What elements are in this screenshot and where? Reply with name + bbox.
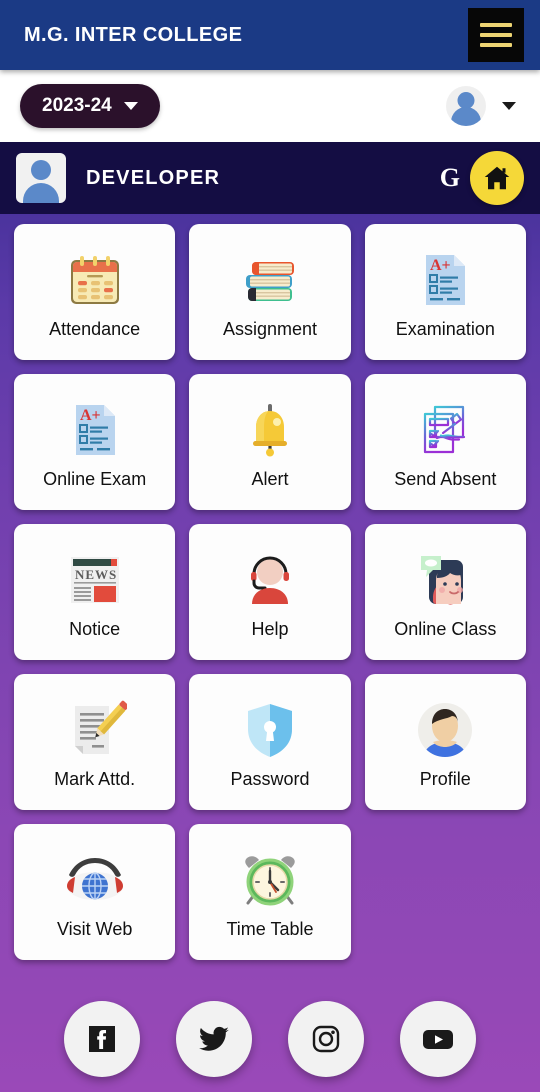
tile-attendance[interactable]: Attendance <box>14 224 176 360</box>
svg-text:NEWS: NEWS <box>75 567 117 582</box>
user-avatar-icon[interactable] <box>16 153 66 203</box>
user-banner: DEVELOPER G <box>0 142 540 214</box>
tile-label: Notice <box>69 619 121 639</box>
tile-label: Visit Web <box>56 919 133 939</box>
svg-text:A+: A+ <box>430 257 451 274</box>
tile-label: Time Table <box>226 919 314 939</box>
instagram-icon <box>312 1025 340 1053</box>
exam-paper-a-plus-icon: A+ <box>407 242 483 318</box>
bell-icon <box>232 392 308 468</box>
headset-support-agent-icon <box>232 542 308 618</box>
tile-time-table[interactable]: Time Table <box>189 824 351 960</box>
tile-label: Profile <box>419 769 471 789</box>
page-title: M.G. INTER COLLEGE <box>24 23 243 46</box>
tile-notice[interactable]: NEWS Notice <box>14 524 176 660</box>
tile-online-class[interactable]: Online Class <box>364 524 526 660</box>
app-root: M.G. INTER COLLEGE 2023-24 DEVELOPER G A… <box>0 0 540 1092</box>
user-avatar-icon[interactable] <box>446 86 486 126</box>
session-year-label: 2023-24 <box>42 95 112 116</box>
tile-examination[interactable]: A+ Examination <box>364 224 526 360</box>
books-stack-icon <box>232 242 308 318</box>
tile-alert[interactable]: Alert <box>189 374 351 510</box>
tile-help[interactable]: Help <box>189 524 351 660</box>
social-link-youtube[interactable] <box>400 1001 476 1077</box>
user-banner-actions: G <box>436 151 524 205</box>
shield-keyhole-icon <box>232 692 308 768</box>
tile-label: Mark Attd. <box>54 769 136 789</box>
tile-label: Password <box>230 769 310 789</box>
hamburger-menu-icon[interactable] <box>468 8 524 62</box>
tile-label: Attendance <box>49 319 141 339</box>
hamburger-line <box>480 23 512 27</box>
tile-password[interactable]: Password <box>189 674 351 810</box>
social-link-facebook[interactable] <box>64 1001 140 1077</box>
calendar-icon <box>57 242 133 318</box>
profile-menu[interactable] <box>446 86 516 126</box>
hamburger-line <box>480 43 512 47</box>
tile-online-exam[interactable]: A+ Online Exam <box>14 374 176 510</box>
tile-assignment[interactable]: Assignment <box>189 224 351 360</box>
home-button[interactable] <box>470 151 524 205</box>
feature-grid: Attendance Assignment A+ Examination A+ … <box>0 214 540 960</box>
tile-label: Help <box>251 619 289 639</box>
video-call-student-icon <box>407 542 483 618</box>
tile-send-absent[interactable]: Send Absent <box>364 374 526 510</box>
tile-mark-attendance[interactable]: Mark Attd. <box>14 674 176 810</box>
chevron-down-icon[interactable] <box>502 102 516 110</box>
youtube-icon <box>423 1030 453 1049</box>
google-icon[interactable]: G <box>436 165 464 191</box>
svg-text:A+: A+ <box>80 407 101 424</box>
tile-label: Alert <box>251 469 289 489</box>
hamburger-line <box>480 33 512 37</box>
tile-profile[interactable]: Profile <box>364 674 526 810</box>
twitter-icon <box>199 1026 229 1051</box>
session-year-dropdown[interactable]: 2023-24 <box>20 84 160 128</box>
user-identity: DEVELOPER <box>16 153 220 203</box>
tile-label: Examination <box>395 319 495 339</box>
user-name-label: DEVELOPER <box>86 166 221 189</box>
home-icon <box>484 166 510 190</box>
tile-label: Online Exam <box>43 469 147 489</box>
tile-label: Assignment <box>222 319 318 339</box>
social-link-instagram[interactable] <box>288 1001 364 1077</box>
exam-paper-a-plus-icon: A+ <box>57 392 133 468</box>
social-link-twitter[interactable] <box>176 1001 252 1077</box>
document-pencil-icon <box>57 692 133 768</box>
app-bar: M.G. INTER COLLEGE <box>0 0 540 70</box>
hand-writing-checklist-icon <box>407 392 483 468</box>
tile-label: Send Absent <box>394 469 497 489</box>
facebook-icon <box>89 1026 115 1052</box>
session-bar: 2023-24 <box>0 70 540 142</box>
tile-label: Online Class <box>394 619 497 639</box>
chevron-down-icon <box>123 102 138 110</box>
eye-globe-icon <box>57 842 133 918</box>
social-links-bar <box>0 986 540 1092</box>
tile-visit-web[interactable]: Visit Web <box>14 824 176 960</box>
person-portrait-icon <box>407 692 483 768</box>
alarm-clock-icon <box>232 842 308 918</box>
newspaper-icon: NEWS <box>57 542 133 618</box>
